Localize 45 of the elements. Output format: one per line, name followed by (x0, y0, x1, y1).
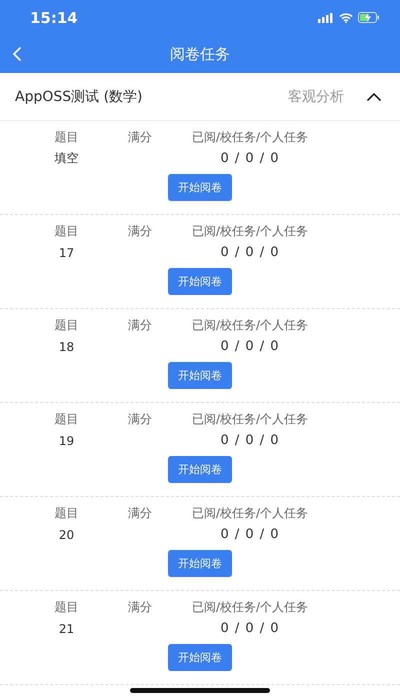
question-number: 21 (58, 622, 76, 636)
start-grading-button[interactable]: 开始阅卷 (168, 550, 232, 577)
column-header: 题目 (54, 129, 80, 146)
column-header: 已阅/校任务/个人任务 (190, 129, 310, 146)
progress-counts: 0 / 0 / 0 (219, 433, 281, 448)
column-header: 题目 (54, 223, 80, 240)
column-header: 满分 (127, 317, 153, 334)
column-header: 满分 (127, 223, 153, 240)
progress-counts: 0 / 0 / 0 (219, 527, 281, 542)
column-header: 已阅/校任务/个人任务 (190, 599, 310, 616)
start-grading-button[interactable]: 开始阅卷 (168, 362, 232, 389)
progress-counts: 0 / 0 / 0 (219, 245, 281, 260)
column-header: 已阅/校任务/个人任务 (190, 223, 310, 240)
progress-counts: 0 / 0 / 0 (219, 151, 281, 166)
column-header: 满分 (127, 505, 153, 522)
column-header: 已阅/校任务/个人任务 (190, 411, 310, 428)
page-title: 阅卷任务 (170, 44, 230, 64)
collapse-chevron-icon[interactable] (366, 92, 382, 102)
start-grading-button[interactable]: 开始阅卷 (168, 268, 232, 295)
column-header: 满分 (127, 599, 153, 616)
progress-counts: 0 / 0 / 0 (219, 339, 281, 354)
column-header: 题目 (54, 505, 80, 522)
start-grading-button[interactable]: 开始阅卷 (168, 644, 232, 671)
column-header: 满分 (127, 129, 153, 146)
question-number: 18 (58, 340, 76, 354)
question-number: 17 (58, 246, 76, 260)
back-button[interactable] (12, 46, 22, 62)
progress-counts: 0 / 0 / 0 (219, 621, 281, 636)
exam-title: AppOSS测试 (数学) (15, 88, 144, 106)
column-header: 已阅/校任务/个人任务 (190, 505, 310, 522)
battery-icon (358, 12, 380, 23)
column-header: 满分 (127, 411, 153, 428)
start-grading-button[interactable]: 开始阅卷 (168, 174, 232, 201)
question-number: 19 (58, 434, 76, 448)
status-time: 15:14 (30, 8, 78, 26)
start-grading-button[interactable]: 开始阅卷 (168, 456, 232, 483)
column-header: 题目 (54, 599, 80, 616)
objective-analysis-link[interactable]: 客观分析 (288, 88, 344, 106)
question-number: 填空 (54, 150, 80, 167)
column-header: 题目 (54, 317, 80, 334)
question-number: 20 (58, 528, 76, 542)
signal-icon (318, 12, 334, 22)
wifi-icon (339, 12, 353, 22)
column-header: 已阅/校任务/个人任务 (190, 317, 310, 334)
column-header: 题目 (54, 411, 80, 428)
